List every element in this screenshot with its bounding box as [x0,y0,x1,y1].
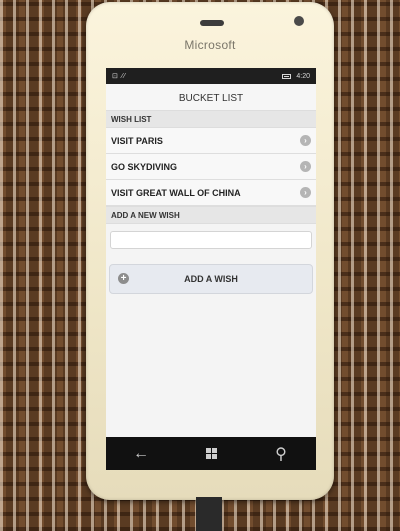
phone-screen: ⊡ ⁄⁄ 4:20 BUCKET LIST WISH LIST VISIT PA… [106,68,316,470]
new-wish-input[interactable] [110,230,312,249]
add-new-wish-header: ADD A NEW WISH [106,206,316,224]
chevron-right-icon: › [300,187,311,198]
wish-item-visit-paris[interactable]: VISIT PARIS › [106,128,316,154]
front-camera [294,16,304,26]
wish-item-label: GO SKYDIVING [111,161,178,172]
back-arrow-icon[interactable]: ← [133,445,149,462]
status-left-icons: ⊡ ⁄⁄ [112,73,127,80]
wish-item-label: VISIT GREAT WALL OF CHINA [111,187,241,198]
wish-item-go-skydiving[interactable]: GO SKYDIVING › [106,154,316,180]
wish-list-header: WISH LIST [106,110,316,128]
wish-item-label: VISIT PARIS [111,135,163,146]
add-wish-button-label: ADD A WISH [184,273,238,284]
phone-device: Microsoft ⊡ ⁄⁄ 4:20 BUCKET LIST WISH LIS… [86,2,334,500]
plus-icon: + [118,273,129,284]
wish-item-visit-great-wall[interactable]: VISIT GREAT WALL OF CHINA › [106,180,316,206]
device-brand-logo: Microsoft [184,38,236,52]
new-wish-input-wrap [106,224,316,254]
usb-cable [196,497,222,531]
status-bar: ⊡ ⁄⁄ 4:20 [106,68,316,84]
add-wish-button[interactable]: + ADD A WISH [109,263,313,294]
page-title: BUCKET LIST [106,84,316,110]
chevron-right-icon: › [300,135,311,146]
chevron-right-icon: › [300,161,311,172]
search-icon[interactable]: ⚲ [273,446,289,463]
earpiece-speaker [200,20,224,26]
battery-icon [282,73,292,79]
windows-start-icon[interactable] [203,446,219,462]
navigation-bar: ← ⚲ [106,437,316,470]
windows-logo-icon [205,448,217,459]
status-time: 4:20 [296,72,310,80]
